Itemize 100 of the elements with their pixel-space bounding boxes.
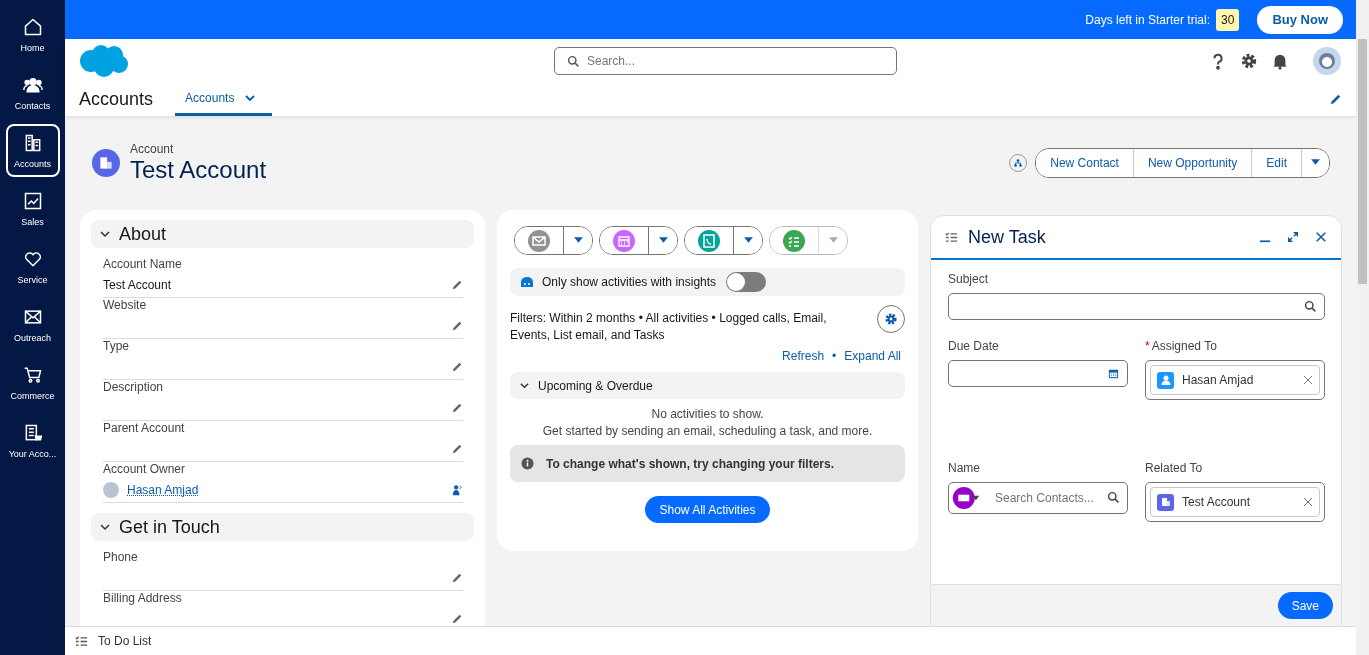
- field-label: Account Name: [103, 257, 183, 271]
- field-label: Assigned To: [1151, 339, 1217, 353]
- settings-icon[interactable]: [1240, 52, 1258, 70]
- field-label: Subject: [948, 272, 989, 286]
- action-button[interactable]: New Opportunity: [1132, 149, 1252, 177]
- user-avatar[interactable]: [1312, 46, 1342, 76]
- change-owner-icon[interactable]: [451, 484, 463, 496]
- search-field[interactable]: Search...: [554, 47, 897, 75]
- field-label: Parent Account: [103, 421, 186, 435]
- chevron-down-icon: [519, 380, 530, 391]
- pencil-icon[interactable]: [451, 572, 463, 584]
- insights-icon: [520, 276, 534, 288]
- expand-icon[interactable]: [1287, 231, 1299, 243]
- empty-message: No activities to show.: [651, 408, 764, 420]
- caret-icon: [1310, 156, 1321, 167]
- pencil-icon[interactable]: [451, 320, 463, 332]
- calendar-icon[interactable]: [1107, 367, 1120, 380]
- settings-button[interactable]: [877, 305, 905, 333]
- search-icon: [567, 55, 580, 68]
- search-icon: [1304, 300, 1317, 313]
- pill-label: Hasan Amjad: [1182, 373, 1255, 387]
- caret-icon: [657, 234, 669, 245]
- notification-bell-icon[interactable]: [1271, 52, 1289, 70]
- pill-label: Test Account: [1182, 495, 1252, 509]
- record-type: Account: [130, 142, 175, 156]
- close-icon[interactable]: [1315, 231, 1327, 243]
- buy-now-button[interactable]: Buy Now: [1257, 5, 1343, 34]
- info-icon: [521, 457, 534, 470]
- contact-search-field[interactable]: Search Contacts...: [948, 482, 1128, 514]
- pencil-icon[interactable]: [451, 402, 463, 414]
- field-label: Due Date: [948, 339, 999, 353]
- chart-icon: [22, 190, 43, 211]
- composer-menu-button[interactable]: [648, 227, 677, 254]
- group-header[interactable]: Upcoming & Overdue: [510, 372, 905, 399]
- section-header[interactable]: About: [91, 220, 474, 248]
- nav-item[interactable]: Service: [5, 240, 60, 293]
- chevron-down-icon: [99, 228, 111, 240]
- nav-item[interactable]: Contacts: [5, 66, 60, 119]
- contact-card-icon[interactable]: [950, 487, 982, 509]
- phone-icon: [698, 229, 720, 252]
- nav-item[interactable]: Your Acco...: [5, 414, 60, 467]
- pencil-icon[interactable]: [451, 361, 463, 373]
- show-all-button[interactable]: Show All Activities: [645, 496, 770, 523]
- checklist-icon: [783, 229, 805, 252]
- envelope-icon: [528, 229, 550, 252]
- trial-label: Days left in Starter trial:: [1085, 12, 1210, 27]
- panel-title: New Task: [968, 226, 1047, 248]
- subject-field[interactable]: [948, 293, 1325, 320]
- insights-toggle[interactable]: [726, 272, 767, 292]
- activity-link[interactable]: Expand All: [844, 349, 901, 363]
- person-icon: [1157, 371, 1174, 389]
- remove-icon[interactable]: [1303, 497, 1313, 507]
- more-actions-button[interactable]: [1301, 149, 1329, 177]
- nav-item[interactable]: Commerce: [5, 356, 60, 409]
- required-mark: *: [1145, 339, 1150, 353]
- task-list-icon: [75, 634, 88, 648]
- composer-menu-button[interactable]: [563, 227, 592, 254]
- building-icon: [1157, 493, 1174, 511]
- record-name: Test Account: [130, 156, 267, 184]
- field-label: Description: [103, 380, 165, 394]
- owner-link[interactable]: Hasan Amjad: [127, 483, 199, 497]
- pencil-icon[interactable]: [1329, 93, 1342, 106]
- calendar-icon: [613, 229, 635, 252]
- field-value: Test Account: [103, 278, 172, 292]
- nav-item[interactable]: Sales: [5, 182, 60, 235]
- section-header[interactable]: Get in Touch: [91, 513, 474, 541]
- remove-icon[interactable]: [1303, 375, 1313, 385]
- notice-text: To change what's shown, try changing your filters.: [546, 456, 834, 471]
- settings-icon: [884, 312, 898, 326]
- user-avatar: [103, 482, 119, 498]
- days-counter: 30: [1216, 8, 1240, 31]
- field-label: Account Owner: [103, 462, 187, 476]
- field-label: Type: [103, 339, 130, 353]
- nav-item[interactable]: Outreach: [5, 298, 60, 351]
- field-label: Billing Address: [103, 591, 183, 605]
- save-button[interactable]: Save: [1277, 592, 1333, 619]
- action-button[interactable]: Edit: [1251, 149, 1301, 177]
- filters-summary: Filters: Within 2 months • All activities • Logged calls, Email, Events, List email, and Tasks: [510, 310, 828, 344]
- building-icon: [92, 149, 120, 177]
- nav-item[interactable]: Home: [5, 8, 60, 61]
- insights-label: Only show activities with insights: [542, 275, 717, 289]
- cloud-logo[interactable]: [79, 44, 129, 78]
- nav-item[interactable]: Accounts: [5, 124, 60, 177]
- field-label: Phone: [103, 550, 139, 564]
- nav-tab[interactable]: Accounts: [175, 83, 273, 116]
- to-do-list-item[interactable]: To Do List: [75, 634, 152, 648]
- date-field[interactable]: [948, 360, 1128, 387]
- search-icon: [1107, 491, 1120, 504]
- pencil-icon[interactable]: [451, 443, 463, 455]
- field-label: Website: [103, 298, 148, 312]
- link-separator: •: [832, 349, 837, 363]
- house-icon: [22, 16, 43, 37]
- chevron-down-icon: [244, 92, 257, 104]
- pencil-icon[interactable]: [451, 279, 463, 291]
- action-button[interactable]: New Contact: [1036, 149, 1133, 177]
- activity-link[interactable]: Refresh: [782, 349, 825, 363]
- task-list-icon: [945, 230, 958, 244]
- chevron-down-icon: [99, 521, 111, 533]
- caret-icon: [742, 234, 754, 245]
- composer-menu-button[interactable]: [733, 227, 762, 254]
